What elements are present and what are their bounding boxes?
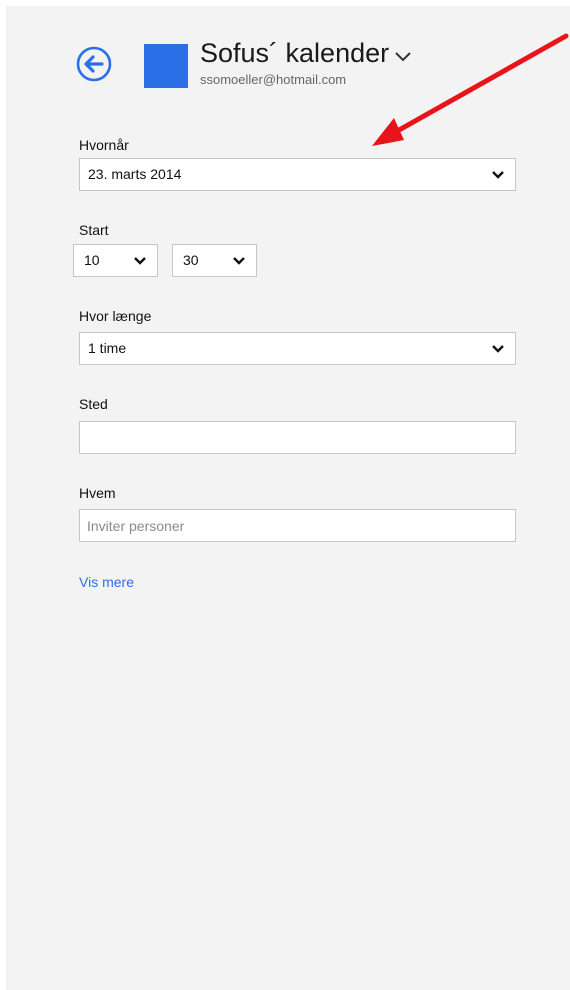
- back-arrow-icon: [76, 46, 112, 82]
- location-label: Sted: [79, 396, 108, 412]
- chevron-down-icon: [393, 39, 413, 70]
- date-dropdown[interactable]: 23. marts 2014: [79, 158, 516, 191]
- chevron-down-icon: [233, 257, 245, 265]
- location-input[interactable]: [79, 421, 516, 454]
- account-email: ssomoeller@hotmail.com: [200, 72, 347, 87]
- calendar-title: Sofus´ kalender: [200, 38, 390, 68]
- chevron-down-icon: [492, 345, 504, 353]
- duration-label: Hvor længe: [79, 308, 152, 324]
- invite-people-input[interactable]: [79, 509, 516, 542]
- show-more-link[interactable]: Vis mere: [79, 574, 134, 590]
- date-value: 23. marts 2014: [88, 166, 182, 182]
- event-form-panel: Sofus´ kalender ssomoeller@hotmail.com H…: [6, 6, 570, 990]
- chevron-down-icon: [134, 257, 146, 265]
- start-hour-value: 10: [84, 252, 100, 268]
- start-hour-dropdown[interactable]: 10: [73, 244, 158, 277]
- calendar-color-swatch: [144, 44, 188, 88]
- start-label: Start: [79, 222, 109, 238]
- duration-dropdown[interactable]: 1 time: [79, 332, 516, 365]
- calendar-selector[interactable]: Sofus´ kalender: [200, 38, 413, 70]
- chevron-down-icon: [492, 171, 504, 179]
- back-button[interactable]: [76, 46, 112, 82]
- when-label: Hvornår: [79, 137, 129, 153]
- start-minute-value: 30: [183, 252, 199, 268]
- start-minute-dropdown[interactable]: 30: [172, 244, 257, 277]
- duration-value: 1 time: [88, 340, 127, 356]
- who-label: Hvem: [79, 485, 116, 501]
